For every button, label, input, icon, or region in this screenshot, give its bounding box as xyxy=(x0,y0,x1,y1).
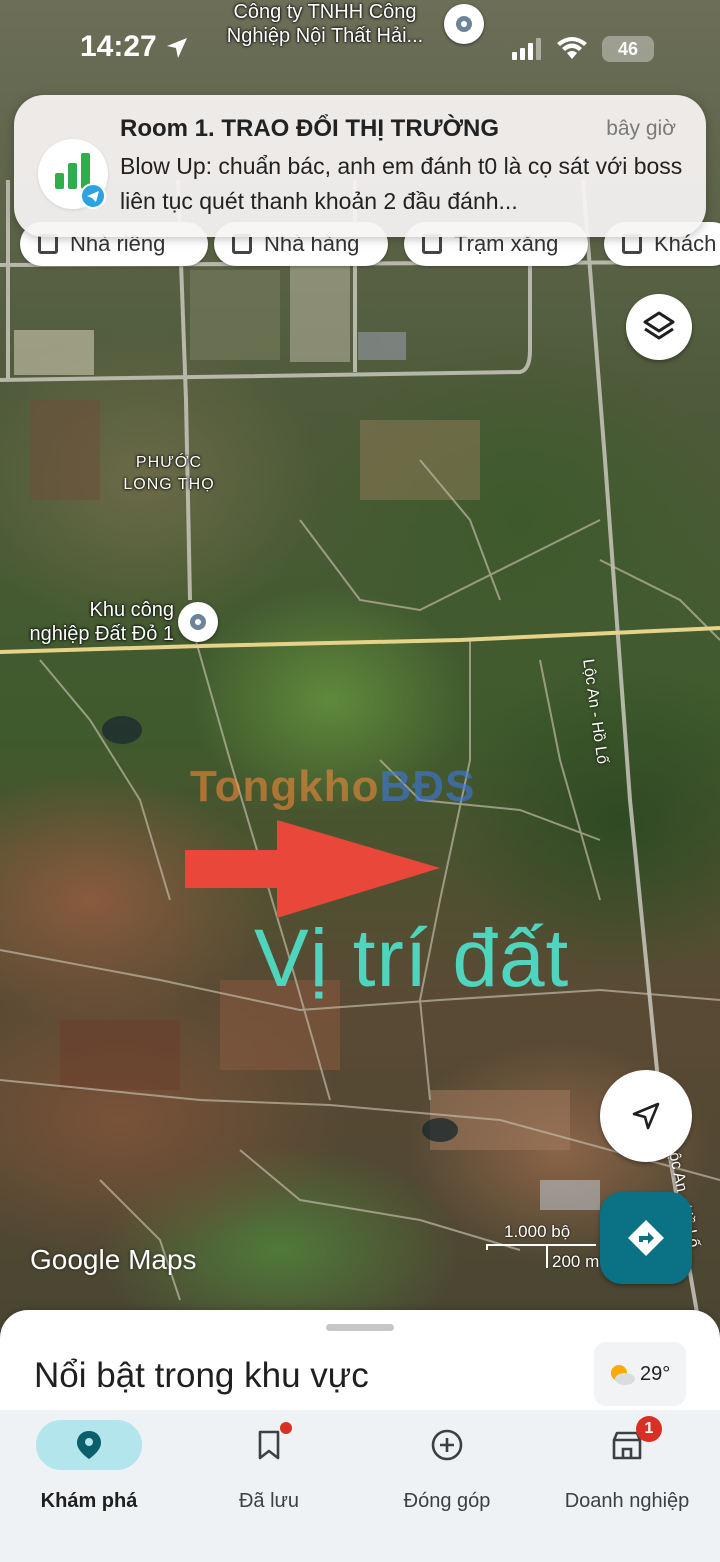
wifi-icon xyxy=(557,37,587,59)
notification-body: Blow Up: chuẩn bác, anh em đánh t0 là cọ… xyxy=(120,153,683,214)
bottom-navigation: Khám phá Đã lưu Đóng góp 1 Doanh nghiệp xyxy=(0,1410,720,1562)
watermark: TongkhoBĐS xyxy=(190,762,475,812)
battery-indicator: 46 xyxy=(602,36,654,62)
weather-temperature: 29° xyxy=(640,1363,671,1385)
notification-banner[interactable]: Room 1. TRAO ĐỔI THỊ TRƯỜNG bây giờ Blow… xyxy=(14,95,706,237)
directions-button[interactable] xyxy=(600,1192,692,1284)
navigation-arrow-icon xyxy=(632,1102,660,1130)
status-icons: 46 xyxy=(512,36,654,62)
sheet-title: Nổi bật trong khu vực xyxy=(34,1356,369,1395)
bottom-sheet[interactable]: Nổi bật trong khu vực 29° xyxy=(0,1310,720,1420)
sheet-drag-handle[interactable] xyxy=(326,1324,394,1331)
nav-explore[interactable]: Khám phá xyxy=(4,1420,174,1513)
nav-saved[interactable]: Đã lưu xyxy=(184,1420,354,1513)
watermark-text: Tongkho xyxy=(190,762,380,811)
layers-button[interactable] xyxy=(626,294,692,360)
home-icon xyxy=(38,234,58,254)
location-pin-icon xyxy=(77,1431,101,1459)
notification-dot xyxy=(280,1422,292,1434)
scale-imperial: 1.000 bộ xyxy=(504,1222,571,1241)
notification-badge: 1 xyxy=(636,1416,662,1442)
weather-chip[interactable]: 29° xyxy=(594,1342,686,1406)
nav-contribute[interactable]: Đóng góp xyxy=(362,1420,532,1513)
watermark-text: BĐS xyxy=(379,762,476,811)
red-arrow-icon xyxy=(185,820,440,918)
map-label-industrial-zone[interactable]: Khu công nghiệp Đất Đỏ 1 xyxy=(0,598,174,646)
place-pin-icon[interactable] xyxy=(178,602,218,642)
telegram-group-icon xyxy=(38,139,108,209)
nav-label: Đóng góp xyxy=(403,1490,491,1512)
land-location-label: Vị trí đất xyxy=(254,913,570,1004)
telegram-badge-icon xyxy=(80,183,106,209)
directions-icon xyxy=(628,1220,664,1256)
location-arrow-icon xyxy=(167,38,187,58)
scale-metric: 200 m xyxy=(552,1252,600,1271)
partly-cloudy-icon xyxy=(611,1365,635,1385)
place-pin-icon[interactable] xyxy=(444,4,484,44)
map-label-company[interactable]: Công ty TNHH Công Nghiệp Nội Thất Hải... xyxy=(210,0,440,48)
gas-station-icon xyxy=(422,234,442,254)
nav-label: Khám phá xyxy=(40,1490,138,1512)
hotel-icon xyxy=(622,234,642,254)
map-label-area: PHƯỚC LONG THỌ xyxy=(123,454,215,493)
notification-title: Room 1. TRAO ĐỔI THỊ TRƯỜNG xyxy=(120,115,500,142)
layers-icon xyxy=(643,311,675,340)
cellular-signal-icon xyxy=(512,38,541,60)
nav-business[interactable]: 1 Doanh nghiệp xyxy=(542,1416,712,1513)
notification-time: bây giờ xyxy=(606,117,676,140)
nav-label: Đã lưu xyxy=(238,1490,300,1512)
bookmark-icon xyxy=(258,1430,280,1460)
nav-label: Doanh nghiệp xyxy=(564,1490,690,1512)
status-time: 14:27 xyxy=(80,30,157,63)
my-location-button[interactable] xyxy=(600,1070,692,1162)
restaurant-icon xyxy=(232,234,252,254)
add-circle-icon xyxy=(431,1429,463,1461)
google-maps-logo: Google Maps xyxy=(30,1244,197,1275)
